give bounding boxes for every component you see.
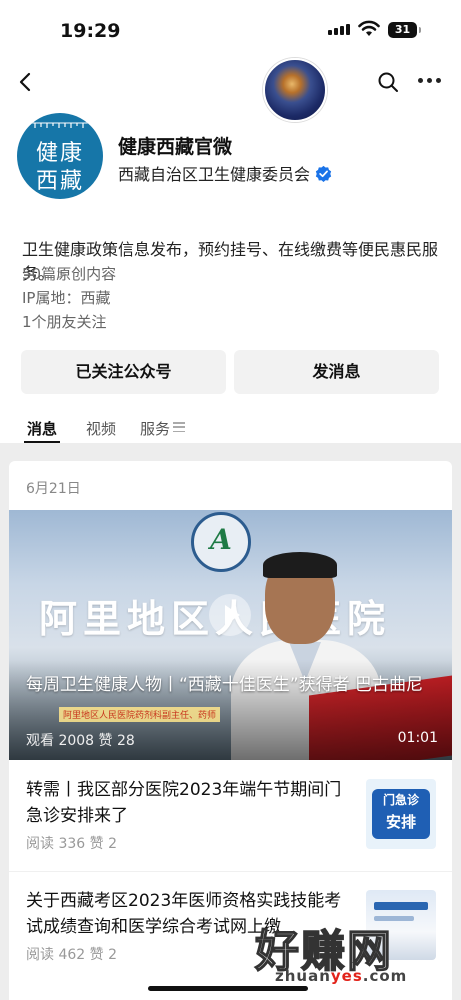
content-tabs: 消息 视频 服务 bbox=[0, 418, 461, 443]
signal-icon bbox=[328, 24, 350, 35]
watermark-url: zhuanyes.com bbox=[275, 967, 408, 985]
original-content-count[interactable]: 50篇原创内容 bbox=[22, 263, 116, 284]
video-stats: 观看 2008 赞 28 bbox=[26, 733, 135, 749]
tab-messages[interactable]: 消息 bbox=[27, 418, 57, 439]
nav-avatar bbox=[263, 58, 327, 122]
article-title[interactable]: 转需丨我区部分医院2023年端午节期间门急诊安排来了 bbox=[26, 777, 346, 829]
home-indicator bbox=[148, 986, 308, 991]
send-message-button[interactable]: 发消息 bbox=[234, 350, 439, 394]
more-icon[interactable] bbox=[418, 78, 441, 83]
video-post[interactable]: 阿里地区人民医院 每周卫生健康人物丨“西藏十佳医生”获得者 巴古曲尼 阿里地区人… bbox=[9, 510, 452, 760]
thumbnail-text-line1: 门急诊 bbox=[382, 793, 419, 807]
site-watermark: 好赚网 zhuanyes.com bbox=[254, 915, 455, 995]
followed-button[interactable]: 已关注公众号 bbox=[21, 350, 226, 394]
tibetan-script-decoration bbox=[31, 122, 89, 128]
org-name: 西藏自治区卫生健康委员会 bbox=[118, 165, 311, 184]
profile-section: 健康 西藏 健康西藏官微 西藏自治区卫生健康委员会 卫生健康政策信息发布，预约挂… bbox=[0, 56, 461, 443]
verified-icon bbox=[315, 165, 332, 182]
org-row[interactable]: 西藏自治区卫生健康委员会 bbox=[118, 161, 332, 185]
active-tab-indicator bbox=[24, 441, 60, 443]
tab-videos[interactable]: 视频 bbox=[86, 418, 116, 439]
menu-icon[interactable] bbox=[173, 422, 185, 432]
play-icon[interactable] bbox=[209, 594, 251, 636]
wifi-icon bbox=[358, 20, 380, 36]
thumbnail-text-line2: 安排 bbox=[385, 813, 416, 831]
friends-following[interactable]: 1个朋友关注 bbox=[22, 311, 107, 332]
status-bar: 19:29 31 bbox=[0, 0, 461, 56]
back-icon[interactable] bbox=[14, 70, 38, 94]
status-time: 19:29 bbox=[60, 20, 121, 42]
account-name: 健康西藏官微 bbox=[118, 136, 233, 158]
ip-location: IP属地：西藏 bbox=[22, 289, 111, 307]
article-stats: 阅读 336 赞 2 bbox=[26, 836, 117, 852]
tab-services[interactable]: 服务 bbox=[140, 418, 170, 439]
video-caption: 阿里地区人民医院药剂科副主任、药师 bbox=[59, 707, 221, 722]
search-icon[interactable] bbox=[376, 70, 400, 94]
video-duration: 01:01 bbox=[397, 730, 438, 746]
account-logo: 健康 西藏 bbox=[17, 113, 103, 199]
battery-indicator: 31 bbox=[388, 22, 421, 38]
date-label: 6月21日 bbox=[26, 481, 81, 497]
article-item[interactable]: 转需丨我区部分医院2023年端午节期间门急诊安排来了 阅读 336 赞 2 门急… bbox=[9, 761, 452, 871]
video-title[interactable]: 每周卫生健康人物丨“西藏十佳医生”获得者 巴古曲尼 bbox=[26, 672, 436, 698]
logo-text-line2: 西藏 bbox=[35, 169, 84, 194]
article-thumbnail[interactable]: 门急诊 安排 bbox=[366, 779, 436, 849]
article-stats: 阅读 462 赞 2 bbox=[26, 947, 117, 963]
